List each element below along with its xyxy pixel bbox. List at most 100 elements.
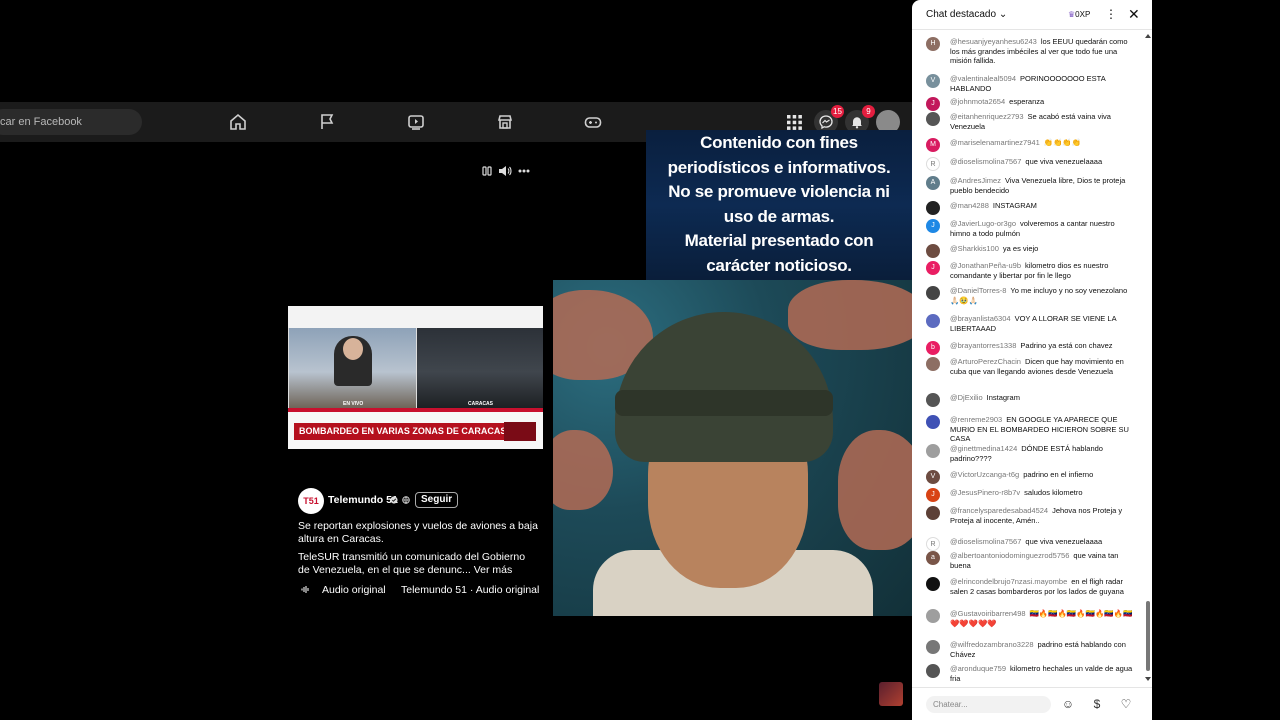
emoji-icon[interactable]: ☺	[1061, 697, 1075, 711]
chat-author[interactable]: @brayantorres1338	[950, 341, 1016, 350]
chat-author[interactable]: @JavierLugo-or3go	[950, 219, 1016, 228]
close-icon[interactable]: ✕	[1128, 6, 1140, 22]
chat-author[interactable]: @DjExilio	[950, 393, 983, 402]
chat-author[interactable]: @Gustavoiribarren498	[950, 609, 1026, 618]
chat-avatar[interactable]	[926, 664, 940, 678]
chat-footer: Chatear... ☺ $ ♡	[912, 687, 1152, 720]
page-name[interactable]: Telemundo 51	[328, 494, 398, 506]
chat-avatar[interactable]: R	[926, 537, 940, 551]
chat-avatar[interactable]	[926, 244, 940, 258]
chat-avatar[interactable]: A	[926, 176, 940, 190]
chat-avatar[interactable]	[926, 609, 940, 623]
chat-avatar[interactable]: V	[926, 74, 940, 88]
chat-input[interactable]: Chatear...	[926, 696, 1051, 713]
chat-message-list[interactable]: H @hesuanjyeyanhesu6243 los EEUU quedarán …	[912, 31, 1144, 687]
chat-avatar[interactable]: V	[926, 470, 940, 484]
chat-avatar[interactable]: M	[926, 138, 940, 152]
chat-author[interactable]: @brayanlista6304	[950, 314, 1011, 323]
chat-avatar[interactable]: a	[926, 551, 940, 565]
facebook-search-input[interactable]: car en Facebook	[0, 109, 142, 135]
chat-author[interactable]: @albertoantoniodominguezrod5756	[950, 551, 1069, 560]
channel-thumbnail[interactable]	[879, 682, 903, 706]
scroll-down-icon[interactable]	[1144, 676, 1152, 682]
chat-author[interactable]: @aronduque759	[950, 664, 1006, 673]
chat-author[interactable]: @ArturoPerezChacin	[950, 357, 1021, 366]
chat-avatar[interactable]: J	[926, 219, 940, 233]
chat-author[interactable]: @johnmota2654	[950, 97, 1005, 106]
chat-avatar[interactable]	[926, 357, 940, 371]
xp-value: 0XP	[1075, 10, 1091, 19]
chat-avatar[interactable]	[926, 444, 940, 458]
chat-avatar[interactable]: J	[926, 488, 940, 502]
chat-author[interactable]: @hesuanjyeyanhesu6243	[950, 37, 1037, 46]
chat-author[interactable]: @man4288	[950, 201, 989, 210]
chat-author[interactable]: @dioselismolina7567	[950, 157, 1021, 166]
chat-author[interactable]: @AndresJimez	[950, 176, 1001, 185]
xp-indicator[interactable]: ♛0XP	[1068, 10, 1090, 19]
more-options-icon[interactable]	[518, 168, 530, 174]
chat-message-body: @VictorUzcanga-t6g padrino en el infierno	[950, 470, 1134, 480]
chat-author[interactable]: @mariselenamartinez7941	[950, 138, 1040, 147]
chat-author[interactable]: @wilfredozambrano3228	[950, 640, 1034, 649]
post-description-more[interactable]: TeleSUR transmitió un comunicado del Gob…	[298, 551, 538, 577]
chat-avatar[interactable]	[926, 506, 940, 520]
scrollbar-thumb[interactable]	[1146, 601, 1150, 671]
chat-avatar[interactable]: H	[926, 37, 940, 51]
news-red-bar	[288, 408, 543, 412]
more-vert-icon[interactable]: ⋮	[1105, 8, 1117, 20]
chat-avatar[interactable]: J	[926, 261, 940, 275]
chat-avatar[interactable]	[926, 577, 940, 591]
chat-author[interactable]: @francelysparedesabad4524	[950, 506, 1048, 515]
pause-icon[interactable]	[482, 166, 492, 176]
chat-avatar[interactable]	[926, 640, 940, 654]
chat-text: INSTAGRAM	[992, 201, 1037, 210]
messenger-icon	[819, 115, 833, 129]
chat-author[interactable]: @VictorUzcanga-t6g	[950, 470, 1019, 479]
chat-text: padrino en el infierno	[1023, 470, 1094, 479]
chat-avatar[interactable]: b	[926, 341, 940, 355]
chat-avatar[interactable]	[926, 112, 940, 126]
chat-message-body: @DanielTorres-8 Yo me incluyo y no soy ve…	[950, 286, 1134, 305]
chat-author[interactable]: @DanielTorres-8	[950, 286, 1006, 295]
chat-scrollbar[interactable]	[1144, 31, 1152, 687]
chat-avatar[interactable]: J	[926, 97, 940, 111]
chat-author[interactable]: @Sharkkis100	[950, 244, 999, 253]
chat-avatar[interactable]	[926, 201, 940, 215]
page-avatar[interactable]: T51	[298, 488, 324, 514]
chat-author[interactable]: @JesusPinero-r8b7v	[950, 488, 1020, 497]
flag-icon[interactable]	[318, 113, 336, 131]
chat-avatar[interactable]	[926, 314, 940, 328]
chat-message-body: @mariselenamartinez7941 👏👏👏👏	[950, 138, 1134, 148]
chat-author[interactable]: @dioselismolina7567	[950, 537, 1021, 546]
follow-button[interactable]: Seguir	[415, 492, 459, 508]
gaming-icon[interactable]	[584, 113, 602, 131]
disclaimer-line-2: periodísticos e informativos.	[667, 157, 891, 177]
chat-avatar[interactable]	[926, 393, 940, 407]
news-video-frame[interactable]: EN VIVO CARACAS BOMBARDEO EN VARIAS ZONA…	[288, 306, 543, 449]
chat-avatar[interactable]	[926, 286, 940, 300]
disclaimer-overlay: Contenido con fines periodísticos e info…	[646, 130, 912, 280]
chat-avatar[interactable]: R	[926, 157, 940, 171]
disclaimer-line-1: Contenido con fines	[700, 133, 858, 152]
apps-grid-icon[interactable]	[787, 115, 802, 130]
chat-mode-dropdown[interactable]: Chat destacado ⌄	[926, 9, 1007, 20]
chat-text: que viva venezuelaaaa	[1025, 157, 1103, 166]
chat-author[interactable]: @eitanhenriquez2793	[950, 112, 1024, 121]
chat-author[interactable]: @ginettmedina1424	[950, 444, 1017, 453]
marketplace-icon[interactable]	[496, 113, 514, 131]
chat-author[interactable]: @JonathanPeña-u9b	[950, 261, 1021, 270]
video-icon[interactable]	[407, 113, 425, 131]
chat-text: esperanza	[1009, 97, 1045, 106]
home-icon[interactable]	[229, 113, 247, 131]
chat-avatar[interactable]	[926, 415, 940, 429]
scroll-up-icon[interactable]	[1144, 33, 1152, 39]
volume-icon[interactable]	[498, 164, 512, 178]
super-chat-icon[interactable]: $	[1090, 697, 1104, 711]
heart-icon[interactable]: ♡	[1119, 697, 1133, 711]
chat-message-body: @aronduque759 kilometro hechales un valde…	[950, 664, 1134, 683]
map-continent	[553, 430, 613, 510]
chat-author[interactable]: @renreme2903	[950, 415, 1002, 424]
chat-author[interactable]: @valentinaleal5094	[950, 74, 1016, 83]
chat-author[interactable]: @elrincondelbrujo7nzasi.mayombe	[950, 577, 1067, 586]
chat-message-body: @hesuanjyeyanhesu6243 los EEUU quedarán c…	[950, 37, 1134, 66]
